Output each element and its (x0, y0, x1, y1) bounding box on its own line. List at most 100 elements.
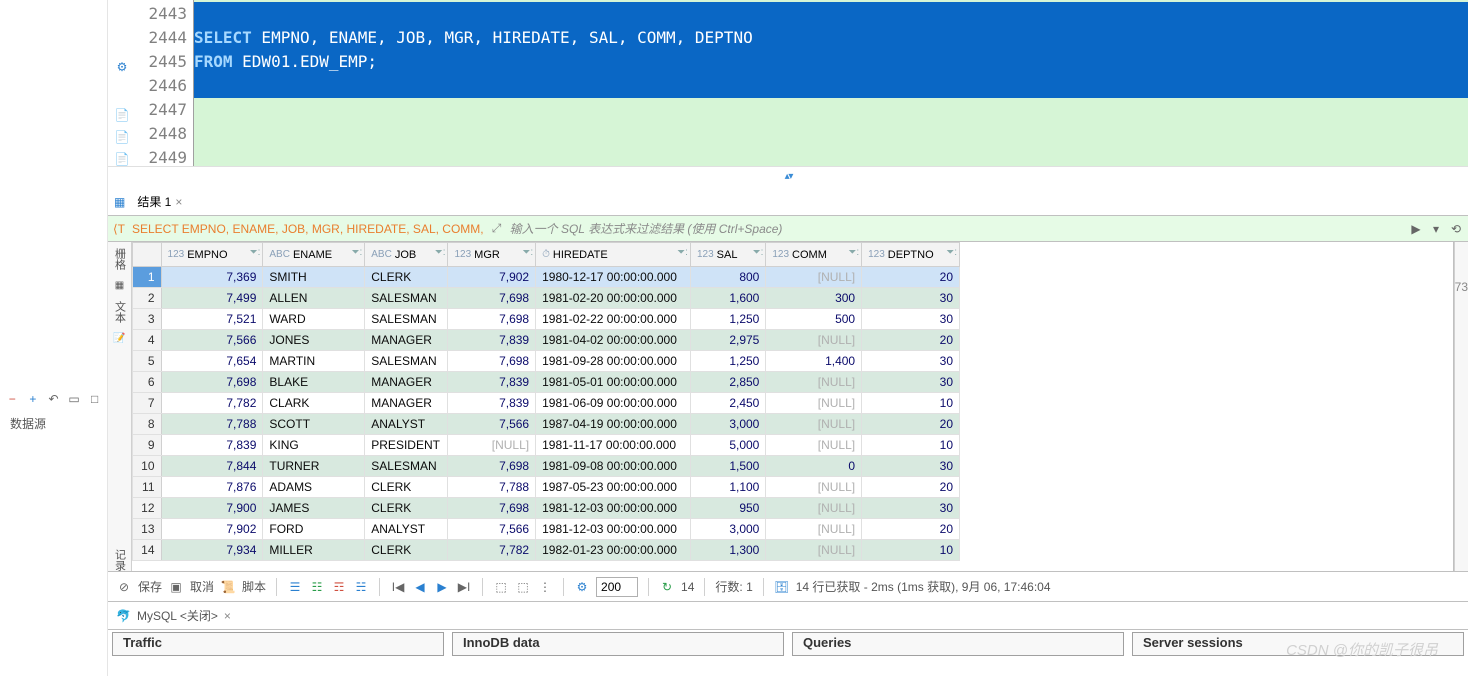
cell[interactable]: 7,566 (448, 519, 536, 540)
rect-icon[interactable]: □ (88, 391, 101, 407)
col-DEPTNO[interactable]: 123DEPTNO⏷: (862, 243, 960, 267)
filter-sql[interactable]: SELECT EMPNO, ENAME, JOB, MGR, HIREDATE,… (130, 222, 486, 236)
cell[interactable]: 7,902 (161, 519, 263, 540)
cell[interactable]: 30 (862, 456, 960, 477)
cell[interactable]: SCOTT (263, 414, 365, 435)
cell[interactable]: 7,654 (161, 351, 263, 372)
cell[interactable]: 0 (766, 456, 862, 477)
table-row[interactable]: 127,900JAMESCLERK7,6981981-12-03 00:00:0… (133, 498, 960, 519)
cell[interactable]: 7,782 (448, 540, 536, 561)
cell[interactable]: 7,934 (161, 540, 263, 561)
table-row[interactable]: 17,369SMITHCLERK7,9021980-12-17 00:00:00… (133, 267, 960, 288)
import-icon[interactable]: ⬚ (515, 579, 531, 595)
cell[interactable]: 7,698 (448, 288, 536, 309)
cell[interactable]: 30 (862, 288, 960, 309)
close-icon[interactable]: × (175, 195, 182, 209)
cell[interactable]: 30 (862, 309, 960, 330)
gear-icon[interactable]: ⚙ (114, 60, 130, 74)
cell[interactable]: 7,902 (448, 267, 536, 288)
table-row[interactable]: 137,902FORDANALYST7,5661981-12-03 00:00:… (133, 519, 960, 540)
first-page-icon[interactable]: I◀ (390, 579, 406, 595)
mode-text[interactable]: 文本 (112, 301, 128, 323)
cell[interactable]: SALESMAN (365, 456, 448, 477)
cell[interactable]: 1,600 (690, 288, 765, 309)
cell[interactable]: 1981-02-22 00:00:00.000 (536, 309, 691, 330)
col-JOB[interactable]: ABCJOB⏷: (365, 243, 448, 267)
cell[interactable]: 1,500 (690, 456, 765, 477)
text-mode-icon[interactable]: 📝 (113, 333, 125, 344)
cell[interactable]: [NULL] (766, 414, 862, 435)
col-EMPNO[interactable]: 123EMPNO⏷: (161, 243, 263, 267)
row-number[interactable]: 13 (133, 519, 162, 540)
code-area[interactable]: SELECT EMPNO, ENAME, JOB, MGR, HIREDATE,… (194, 0, 1468, 166)
cell[interactable]: ALLEN (263, 288, 365, 309)
file-error-icon[interactable]: 📄 (114, 130, 130, 144)
cell[interactable]: 1,250 (690, 309, 765, 330)
cell[interactable]: 7,782 (161, 393, 263, 414)
row-number[interactable]: 12 (133, 498, 162, 519)
cell[interactable]: 2,975 (690, 330, 765, 351)
row-number[interactable]: 6 (133, 372, 162, 393)
cell[interactable]: WARD (263, 309, 365, 330)
cell[interactable]: 1,300 (690, 540, 765, 561)
cell[interactable]: 7,698 (448, 309, 536, 330)
cell[interactable]: SMITH (263, 267, 365, 288)
cell[interactable]: 1,400 (766, 351, 862, 372)
cell[interactable]: 950 (690, 498, 765, 519)
mode-grid[interactable]: 栅格 (112, 248, 128, 270)
more-icon[interactable]: ⋮ (537, 579, 553, 595)
cell[interactable]: MANAGER (365, 330, 448, 351)
cell[interactable]: 1,100 (690, 477, 765, 498)
cell[interactable]: 7,566 (161, 330, 263, 351)
cell[interactable]: 10 (862, 393, 960, 414)
cell[interactable]: CLARK (263, 393, 365, 414)
apply-icon[interactable]: ▶ (1408, 221, 1424, 237)
plus-icon[interactable]: + (27, 391, 40, 407)
cell[interactable]: [NULL] (766, 330, 862, 351)
cell[interactable]: 10 (862, 435, 960, 456)
cell[interactable]: 1981-02-20 00:00:00.000 (536, 288, 691, 309)
cell[interactable]: 3,000 (690, 414, 765, 435)
table-row[interactable]: 87,788SCOTTANALYST7,5661987-04-19 00:00:… (133, 414, 960, 435)
table-row[interactable]: 147,934MILLERCLERK7,7821982-01-23 00:00:… (133, 540, 960, 561)
cell[interactable]: 7,876 (161, 477, 263, 498)
add-row-icon[interactable]: ☷ (309, 579, 325, 595)
cell[interactable]: 20 (862, 267, 960, 288)
cell[interactable]: 2,450 (690, 393, 765, 414)
cell[interactable]: 7,698 (448, 498, 536, 519)
file-icon[interactable]: 📄 (114, 108, 130, 122)
col-ENAME[interactable]: ABCENAME⏷: (263, 243, 365, 267)
panel-queries[interactable]: Queries (792, 632, 1124, 656)
row-number[interactable]: 14 (133, 540, 162, 561)
cell[interactable]: [NULL] (766, 519, 862, 540)
cell[interactable]: 5,000 (690, 435, 765, 456)
cell[interactable]: 7,369 (161, 267, 263, 288)
cell[interactable]: 3,000 (690, 519, 765, 540)
cell[interactable]: 1982-01-23 00:00:00.000 (536, 540, 691, 561)
row-number[interactable]: 2 (133, 288, 162, 309)
cell[interactable]: MANAGER (365, 372, 448, 393)
export-icon[interactable]: ⬚ (493, 579, 509, 595)
cell[interactable]: MARTIN (263, 351, 365, 372)
cell[interactable]: 1987-04-19 00:00:00.000 (536, 414, 691, 435)
cell[interactable]: CLERK (365, 498, 448, 519)
table-row[interactable]: 57,654MARTINSALESMAN7,6981981-09-28 00:0… (133, 351, 960, 372)
sql-editor[interactable]: ⚙ 📄 📄 📄 2443 2444 2445 2446 2447 2448 24… (108, 0, 1468, 166)
cell[interactable]: FORD (263, 519, 365, 540)
file-alt-icon[interactable]: 📄 (114, 152, 130, 166)
cell[interactable]: 30 (862, 372, 960, 393)
cell[interactable]: ANALYST (365, 414, 448, 435)
col-COMM[interactable]: 123COMM⏷: (766, 243, 862, 267)
cell[interactable]: 20 (862, 414, 960, 435)
table-row[interactable]: 117,876ADAMSCLERK7,7881987-05-23 00:00:0… (133, 477, 960, 498)
cell[interactable]: MILLER (263, 540, 365, 561)
last-page-icon[interactable]: ▶I (456, 579, 472, 595)
filter-hint[interactable]: 输入一个 SQL 表达式来过滤结果 (使用 Ctrl+Space) (508, 220, 1408, 237)
cell[interactable]: 7,566 (448, 414, 536, 435)
cell[interactable]: 7,900 (161, 498, 263, 519)
cell[interactable]: 20 (862, 519, 960, 540)
col-HIREDATE[interactable]: ⏱HIREDATE⏷: (536, 243, 691, 267)
row-number[interactable]: 3 (133, 309, 162, 330)
cell[interactable]: SALESMAN (365, 309, 448, 330)
table-row[interactable]: 27,499ALLENSALESMAN7,6981981-02-20 00:00… (133, 288, 960, 309)
